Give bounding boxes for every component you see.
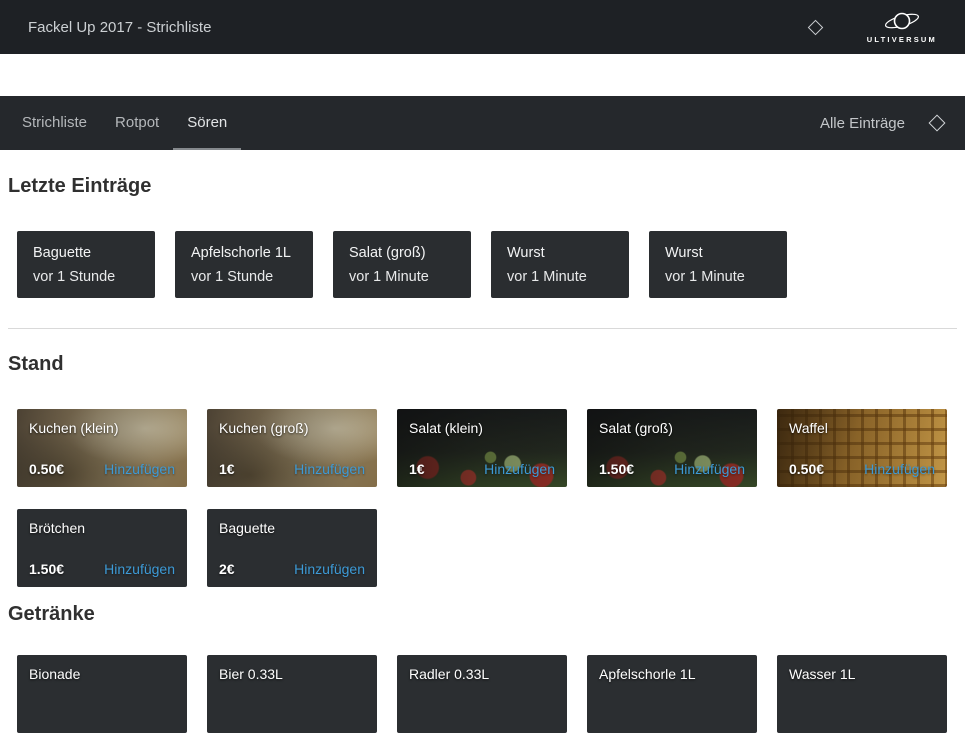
all-entries-link[interactable]: Alle Einträge: [820, 115, 905, 132]
add-button[interactable]: Hinzufügen: [294, 561, 365, 577]
product-price: 1.50€: [29, 561, 64, 577]
product-card: Bier 0.33L: [207, 655, 377, 733]
product-card: Wasser 1L: [777, 655, 947, 733]
add-button[interactable]: Hinzufügen: [674, 461, 745, 477]
add-button[interactable]: Hinzufügen: [104, 461, 175, 477]
drinks-heading: Getränke: [8, 603, 957, 626]
add-button[interactable]: Hinzufügen: [864, 461, 935, 477]
entry-time: vor 1 Minute: [507, 265, 613, 289]
product-name: Apfelschorle 1L: [599, 666, 745, 682]
product-card: Salat (groß) 1.50€ Hinzufügen: [587, 409, 757, 487]
product-card: Salat (klein) 1€ Hinzufügen: [397, 409, 567, 487]
entry-name: Baguette: [33, 241, 139, 265]
entry-name: Wurst: [665, 241, 771, 265]
recent-heading: Letzte Einträge: [8, 175, 957, 198]
product-price: 1.50€: [599, 461, 634, 477]
product-price: 0.50€: [789, 461, 824, 477]
product-card: Radler 0.33L: [397, 655, 567, 733]
nav-right-group: Alle Einträge: [820, 96, 957, 150]
recent-entry: Salat (groß) vor 1 Minute: [333, 231, 471, 298]
product-card: Apfelschorle 1L: [587, 655, 757, 733]
product-card: Brötchen 1.50€ Hinzufügen: [17, 509, 187, 587]
entry-time: vor 1 Stunde: [33, 265, 139, 289]
stand-heading: Stand: [8, 353, 957, 376]
product-name: Salat (klein): [409, 420, 555, 436]
tab-soeren[interactable]: Sören: [173, 96, 241, 150]
product-price: 1€: [219, 461, 235, 477]
product-card: Waffel 0.50€ Hinzufügen: [777, 409, 947, 487]
product-price: 2€: [219, 561, 235, 577]
app-title: Fackel Up 2017 - Strichliste: [28, 19, 211, 36]
diamond-icon[interactable]: [808, 19, 824, 35]
recent-entries-row: Baguette vor 1 Stunde Apfelschorle 1L vo…: [17, 231, 957, 298]
recent-entry: Apfelschorle 1L vor 1 Stunde: [175, 231, 313, 298]
product-name: Bier 0.33L: [219, 666, 365, 682]
product-name: Kuchen (klein): [29, 420, 175, 436]
product-price: 1€: [409, 461, 425, 477]
product-name: Kuchen (groß): [219, 420, 365, 436]
entry-time: vor 1 Minute: [349, 265, 455, 289]
product-card: Baguette 2€ Hinzufügen: [207, 509, 377, 587]
entry-time: vor 1 Minute: [665, 265, 771, 289]
add-button[interactable]: Hinzufügen: [484, 461, 555, 477]
brand-logo: ULTIVERSUM: [867, 10, 937, 44]
product-name: Waffel: [789, 420, 935, 436]
product-name: Wasser 1L: [789, 666, 935, 682]
product-name: Salat (groß): [599, 420, 745, 436]
app-header: Fackel Up 2017 - Strichliste ULTIVERSUM: [0, 0, 965, 54]
drinks-row: Bionade Bier 0.33L Radler 0.33L Apfelsch…: [17, 655, 957, 733]
product-name: Radler 0.33L: [409, 666, 555, 682]
entry-name: Wurst: [507, 241, 613, 265]
diamond-icon[interactable]: [929, 115, 946, 132]
section-divider: [8, 328, 957, 329]
tab-bar: Strichliste Rotpot Sören Alle Einträge: [0, 96, 965, 150]
recent-entry: Wurst vor 1 Minute: [491, 231, 629, 298]
planet-icon: [874, 10, 930, 34]
product-card: Bionade: [17, 655, 187, 733]
tab-strichliste[interactable]: Strichliste: [8, 96, 101, 150]
add-button[interactable]: Hinzufügen: [104, 561, 175, 577]
product-name: Bionade: [29, 666, 175, 682]
product-name: Brötchen: [29, 520, 175, 536]
product-card: Kuchen (groß) 1€ Hinzufügen: [207, 409, 377, 487]
tab-rotpot[interactable]: Rotpot: [101, 96, 173, 150]
product-name: Baguette: [219, 520, 365, 536]
recent-entry: Wurst vor 1 Minute: [649, 231, 787, 298]
add-button[interactable]: Hinzufügen: [294, 461, 365, 477]
entry-name: Salat (groß): [349, 241, 455, 265]
stand-grid: Kuchen (klein) 0.50€ Hinzufügen Kuchen (…: [17, 409, 957, 587]
product-price: 0.50€: [29, 461, 64, 477]
header-right-group: ULTIVERSUM: [810, 10, 937, 44]
spacer: [0, 54, 965, 96]
main-content: Letzte Einträge Baguette vor 1 Stunde Ap…: [0, 150, 965, 733]
recent-entry: Baguette vor 1 Stunde: [17, 231, 155, 298]
brand-name: ULTIVERSUM: [867, 35, 937, 44]
entry-time: vor 1 Stunde: [191, 265, 297, 289]
entry-name: Apfelschorle 1L: [191, 241, 297, 265]
product-card: Kuchen (klein) 0.50€ Hinzufügen: [17, 409, 187, 487]
